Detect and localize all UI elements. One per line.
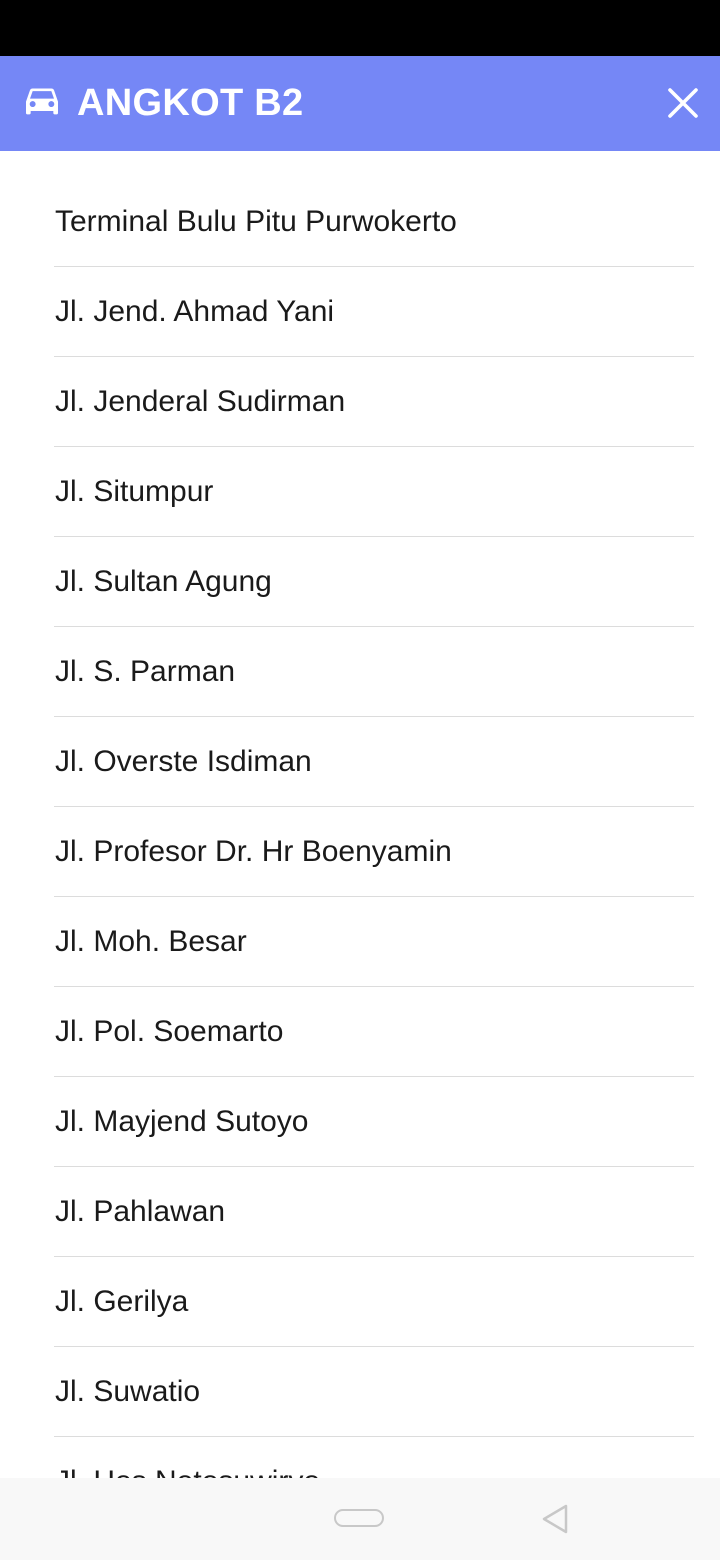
list-item[interactable]: Terminal Bulu Pitu Purwokerto <box>54 177 694 267</box>
list-item[interactable]: Jl. Profesor Dr. Hr Boenyamin <box>54 807 694 897</box>
route-name: Jl. Hos Notosuwiryo <box>55 1463 320 1478</box>
route-name: Jl. S. Parman <box>55 655 236 688</box>
route-name: Jl. Gerilya <box>55 1285 189 1318</box>
car-icon <box>26 88 58 115</box>
status-bar <box>0 0 720 56</box>
list-item[interactable]: Jl. Moh. Besar <box>54 897 694 987</box>
list-item[interactable]: Jl. Situmpur <box>54 447 694 537</box>
route-name: Jl. Jenderal Sudirman <box>55 385 346 418</box>
home-pill-icon[interactable] <box>334 1509 384 1527</box>
list-item[interactable]: Jl. Overste Isdiman <box>54 717 694 807</box>
route-name: Jl. Profesor Dr. Hr Boenyamin <box>55 835 452 868</box>
app-bar: ANGKOT B2 <box>0 56 720 151</box>
list-item[interactable]: Jl. Pol. Soemarto <box>54 987 694 1077</box>
route-name: Jl. Pol. Soemarto <box>55 1015 284 1048</box>
list-item[interactable]: Jl. Suwatio <box>54 1347 694 1437</box>
route-name: Jl. Overste Isdiman <box>55 745 312 778</box>
route-name: Jl. Mayjend Sutoyo <box>55 1105 309 1138</box>
route-name: Terminal Bulu Pitu Purwokerto <box>55 205 457 238</box>
route-name: Jl. Situmpur <box>55 475 214 508</box>
route-name: Jl. Pahlawan <box>55 1195 226 1228</box>
route-name: Jl. Sultan Agung <box>55 565 272 598</box>
route-name: Jl. Suwatio <box>55 1375 201 1408</box>
list-item[interactable]: Jl. Sultan Agung <box>54 537 694 627</box>
route-list[interactable]: Terminal Bulu Pitu Purwokerto Jl. Jend. … <box>0 177 720 1478</box>
page-title: ANGKOT B2 <box>77 82 304 124</box>
list-item[interactable]: Jl. Gerilya <box>54 1257 694 1347</box>
list-item[interactable]: Jl. S. Parman <box>54 627 694 717</box>
list-item[interactable]: Jl. Hos Notosuwiryo <box>54 1437 694 1478</box>
list-item[interactable]: Jl. Jenderal Sudirman <box>54 357 694 447</box>
list-item[interactable]: Jl. Pahlawan <box>54 1167 694 1257</box>
back-triangle-icon[interactable] <box>540 1503 570 1535</box>
route-name: Jl. Moh. Besar <box>55 925 247 958</box>
route-name: Jl. Jend. Ahmad Yani <box>55 295 335 328</box>
list-item[interactable]: Jl. Jend. Ahmad Yani <box>54 267 694 357</box>
system-nav-bar <box>0 1478 720 1560</box>
close-icon[interactable] <box>666 86 700 120</box>
list-item[interactable]: Jl. Mayjend Sutoyo <box>54 1077 694 1167</box>
